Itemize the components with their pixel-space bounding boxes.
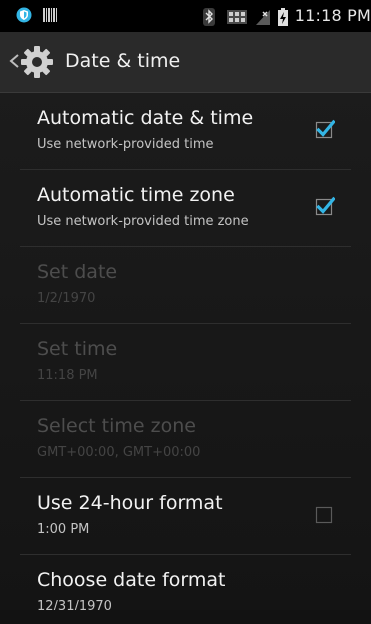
battery-charging-icon (277, 7, 288, 26)
page-title: Date & time (65, 50, 181, 72)
unchecked-checkbox-icon[interactable] (315, 504, 335, 524)
notification-icons (16, 7, 58, 23)
checked-checkbox-icon[interactable] (315, 196, 335, 216)
pref-title: Automatic time zone (37, 184, 235, 206)
signal-no-sim-icon (255, 8, 271, 25)
pref-title: Choose date format (37, 569, 226, 591)
up-navigation-icon[interactable] (7, 53, 21, 69)
barcode-notification-icon (42, 7, 58, 23)
pref-select-time-zone: Select time zone GMT+00:00, GMT+00:00 (20, 401, 351, 478)
pref-title: Automatic date & time (37, 107, 254, 129)
status-bar-clock: 11:18 PM (294, 6, 371, 25)
date-time-settings-screen: 11:18 PM Date & time Automatic date & ti… (0, 0, 371, 624)
pref-set-date: Set date 1/2/1970 (20, 247, 351, 324)
pref-summary: 1/2/1970 (37, 291, 96, 306)
bottom-edge (0, 610, 371, 624)
bluetooth-icon (202, 7, 219, 26)
pref-summary: 11:18 PM (37, 368, 98, 383)
pref-title: Set date (37, 261, 118, 283)
pref-use-24-hour-format[interactable]: Use 24-hour format 1:00 PM (20, 478, 351, 555)
pref-summary: Use network-provided time (37, 137, 214, 152)
pref-set-time: Set time 11:18 PM (20, 324, 351, 401)
shield-notification-icon (16, 7, 32, 23)
pref-title: Use 24-hour format (37, 492, 223, 514)
system-status-icons: 11:18 PM (202, 6, 371, 26)
pref-summary: GMT+00:00, GMT+00:00 (37, 445, 201, 460)
checked-checkbox-icon[interactable] (315, 119, 335, 139)
preference-list: Automatic date & time Use network-provid… (0, 93, 371, 624)
pref-summary: Use network-provided time zone (37, 214, 249, 229)
status-bar: 11:18 PM (0, 0, 371, 32)
pref-title: Set time (37, 338, 118, 360)
pref-title: Select time zone (37, 415, 196, 437)
pref-automatic-time-zone[interactable]: Automatic time zone Use network-provided… (20, 170, 351, 247)
pref-summary: 1:00 PM (37, 522, 90, 537)
action-bar: Date & time (0, 32, 371, 93)
settings-gear-icon[interactable] (20, 45, 54, 79)
pref-automatic-date-time[interactable]: Automatic date & time Use network-provid… (20, 93, 351, 170)
network-icon (226, 8, 248, 24)
